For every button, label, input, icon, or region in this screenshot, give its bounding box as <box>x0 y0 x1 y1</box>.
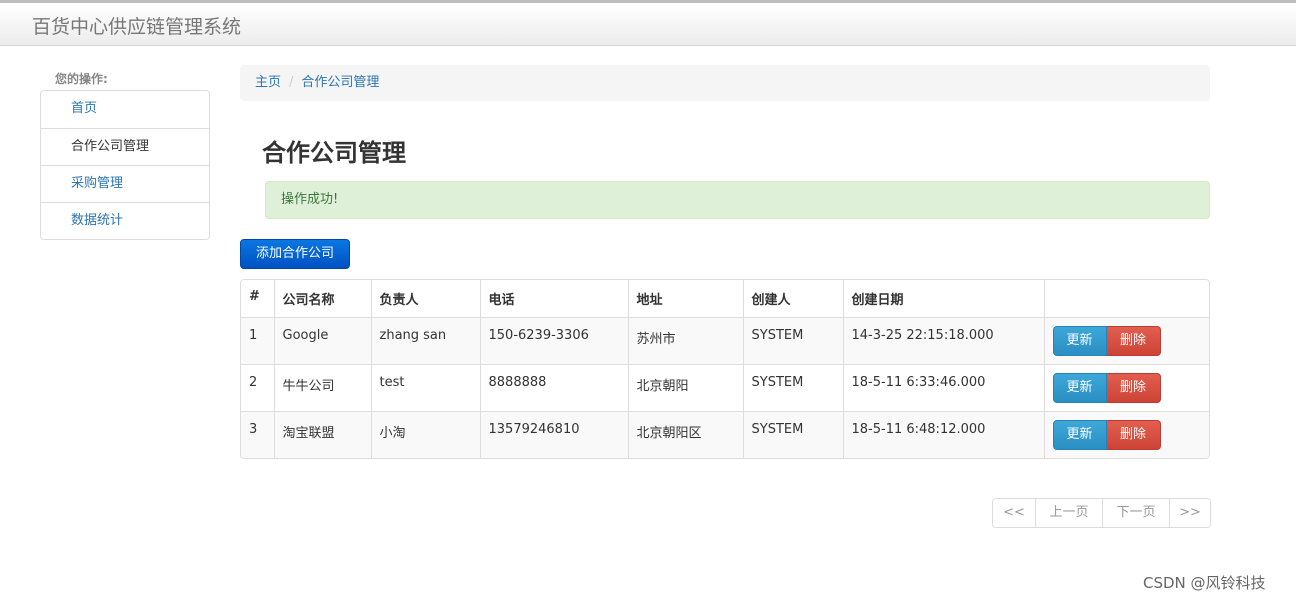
cell-created-date: 14-3-25 22:15:18.000 <box>843 316 1045 364</box>
cell-company-name: 淘宝联盟 <box>274 410 372 458</box>
cell-created-date: 18-5-11 6:33:46.000 <box>843 363 1045 411</box>
app-title[interactable]: 百货中心供应链管理系统 <box>32 12 241 39</box>
cell-phone: 150-6239-3306 <box>480 316 629 364</box>
delete-button[interactable]: 删除 <box>1106 372 1161 403</box>
breadcrumb: 主页 / 合作公司管理 <box>240 65 1210 101</box>
cell-actions: 更新 删除 <box>1044 316 1209 364</box>
table-row: 3 淘宝联盟 小淘 13579246810 北京朝阳区 SYSTEM 18-5-… <box>241 410 1209 458</box>
update-button[interactable]: 更新 <box>1052 372 1107 403</box>
cell-address: 苏州市 <box>628 316 744 364</box>
delete-button[interactable]: 删除 <box>1106 419 1161 450</box>
cell-address: 北京朝阳 <box>628 363 744 411</box>
cell-phone: 13579246810 <box>480 410 629 458</box>
cell-phone: 8888888 <box>480 363 629 411</box>
cell-company-name: 牛牛公司 <box>274 363 372 411</box>
cell-creator: SYSTEM <box>743 363 844 411</box>
table-row: 2 牛牛公司 test 8888888 北京朝阳 SYSTEM 18-5-11 … <box>241 363 1209 411</box>
cell-manager: 小淘 <box>371 410 481 458</box>
sidebar-item-purchase-management[interactable]: 采购管理 <box>41 165 209 202</box>
row-action-group: 更新 删除 <box>1052 325 1161 356</box>
cell-actions: 更新 删除 <box>1044 363 1209 411</box>
table-header-row: # 公司名称 负责人 电话 地址 创建人 创建日期 <box>241 280 1209 317</box>
page-title: 合作公司管理 <box>262 139 406 167</box>
cell-creator: SYSTEM <box>743 410 844 458</box>
success-alert: 操作成功! <box>265 181 1210 219</box>
cell-actions: 更新 删除 <box>1044 410 1209 458</box>
update-button[interactable]: 更新 <box>1052 419 1107 450</box>
column-header-no: # <box>241 280 275 317</box>
pagination: << 上一页 下一页 >> <box>992 498 1211 528</box>
cell-created-date: 18-5-11 6:48:12.000 <box>843 410 1045 458</box>
column-header-address: 地址 <box>628 280 744 317</box>
add-partner-button[interactable]: 添加合作公司 <box>240 239 350 269</box>
cell-creator: SYSTEM <box>743 316 844 364</box>
cell-no: 2 <box>241 363 275 411</box>
cell-manager: test <box>371 363 481 411</box>
update-button[interactable]: 更新 <box>1052 325 1107 356</box>
sidebar-item-statistics[interactable]: 数据统计 <box>41 202 209 239</box>
watermark-text: CSDN @风铃科技 <box>1143 574 1266 592</box>
cell-no: 1 <box>241 316 275 364</box>
sidebar-menu: 首页 合作公司管理 采购管理 数据统计 <box>40 90 210 240</box>
partner-table: # 公司名称 负责人 电话 地址 创建人 创建日期 1 Google zhang… <box>240 279 1210 459</box>
breadcrumb-separator: / <box>289 75 294 90</box>
column-header-manager: 负责人 <box>371 280 481 317</box>
pagination-next-button[interactable]: 下一页 <box>1102 499 1169 527</box>
cell-manager: zhang san <box>371 316 481 364</box>
cell-no: 3 <box>241 410 275 458</box>
cell-company-name: Google <box>274 316 372 364</box>
column-header-created-date: 创建日期 <box>843 280 1045 317</box>
column-header-phone: 电话 <box>480 280 629 317</box>
breadcrumb-current-link[interactable]: 合作公司管理 <box>301 75 379 90</box>
sidebar-item-home[interactable]: 首页 <box>41 91 209 128</box>
sidebar-item-partner-management[interactable]: 合作公司管理 <box>41 128 209 165</box>
sidebar-heading: 您的操作: <box>55 72 108 86</box>
column-header-company-name: 公司名称 <box>274 280 372 317</box>
pagination-last-button[interactable]: >> <box>1169 499 1210 527</box>
row-action-group: 更新 删除 <box>1052 372 1161 403</box>
cell-address: 北京朝阳区 <box>628 410 744 458</box>
top-navbar: 百货中心供应链管理系统 <box>0 0 1296 46</box>
pagination-first-button[interactable]: << <box>993 499 1035 527</box>
row-action-group: 更新 删除 <box>1052 419 1161 450</box>
column-header-creator: 创建人 <box>743 280 844 317</box>
table-row: 1 Google zhang san 150-6239-3306 苏州市 SYS… <box>241 316 1209 364</box>
breadcrumb-home-link[interactable]: 主页 <box>255 75 281 90</box>
delete-button[interactable]: 删除 <box>1106 325 1161 356</box>
pagination-prev-button[interactable]: 上一页 <box>1035 499 1102 527</box>
column-header-actions <box>1044 280 1209 317</box>
